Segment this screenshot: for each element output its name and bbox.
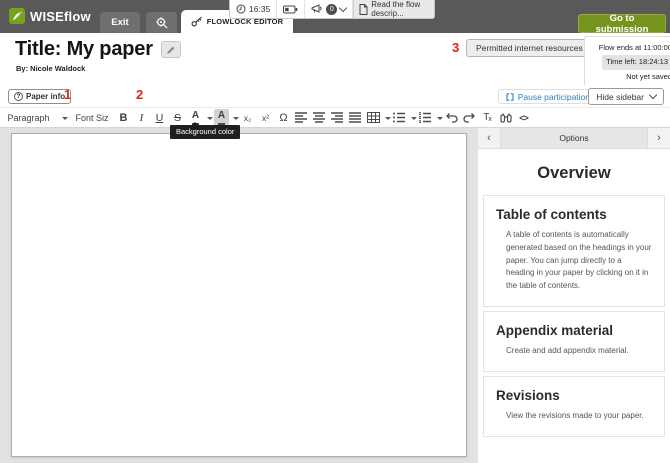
underline-button[interactable]: U <box>152 109 167 126</box>
timer-value: 16:35 <box>249 4 271 14</box>
strikethrough-button[interactable]: S <box>170 109 185 126</box>
wiseflow-leaf-icon <box>9 8 25 24</box>
annotation-2: 2 <box>136 87 144 102</box>
find-replace-button[interactable] <box>498 109 513 126</box>
flowlock-key-icon <box>191 16 203 27</box>
megaphone-icon <box>311 4 323 14</box>
notifications-section[interactable]: 0 <box>305 0 354 18</box>
table-button[interactable] <box>366 109 381 126</box>
caret-down-icon <box>61 116 68 123</box>
background-color-caret-icon[interactable] <box>232 116 239 123</box>
overview-cards: Table of contents A table of contents is… <box>483 195 665 437</box>
chevron-down-icon <box>648 90 658 100</box>
italic-button[interactable]: I <box>134 109 149 126</box>
undo-button[interactable] <box>444 109 459 126</box>
card-title: Appendix material <box>496 322 614 338</box>
align-right-button[interactable] <box>330 109 345 126</box>
annotation-1: 1 <box>64 87 72 102</box>
numbered-list-caret-icon[interactable] <box>436 116 443 123</box>
battery-icon <box>283 5 298 14</box>
annotation-3: 3 <box>452 40 460 55</box>
tools-tab-button[interactable] <box>146 12 177 33</box>
edit-title-button[interactable] <box>160 41 181 58</box>
revisions-card[interactable]: Revisions View the revisions made to you… <box>483 375 665 437</box>
paragraph-format-value: Paragraph <box>7 112 50 123</box>
hide-sidebar-label: Hide sidebar <box>596 91 644 102</box>
align-justify-button[interactable] <box>348 109 363 126</box>
editor-region <box>0 128 478 463</box>
card-body: View the revisions made to your paper. <box>506 410 644 420</box>
clear-formatting-button[interactable]: Tx <box>480 109 495 126</box>
editor-toolbar: Paragraph Font Siz B I U S A A x₂ x² Ω T… <box>0 107 670 128</box>
exit-button[interactable]: Exit <box>100 12 140 33</box>
action-bar: ? Paper info 1 2 Pause participation Hid… <box>0 85 670 107</box>
source-code-button[interactable]: <> <box>516 109 531 126</box>
gear-magnifier-icon <box>155 16 169 30</box>
numbered-list-button[interactable] <box>418 109 433 126</box>
notification-count-badge: 0 <box>326 3 338 15</box>
align-left-button[interactable] <box>294 109 309 126</box>
read-flow-description-label: Read the flow descrip... <box>371 0 421 18</box>
editor-page[interactable] <box>11 133 467 457</box>
save-status-text: Not yet saved <box>626 71 670 81</box>
card-title: Table of contents <box>496 207 607 222</box>
time-left-label: Time left: <box>606 57 637 67</box>
options-sidebar: ‹ Options › Overview Table of contents A… <box>478 128 670 463</box>
bullet-list-button[interactable] <box>392 109 407 126</box>
background-color-button[interactable]: A <box>214 109 230 126</box>
paper-info-button[interactable]: ? Paper info <box>8 89 72 104</box>
bold-button[interactable]: B <box>116 109 131 126</box>
read-flow-description-button[interactable]: Read the flow descrip... <box>353 0 434 18</box>
table-of-contents-card[interactable]: Table of contents A table of contents is… <box>483 195 665 307</box>
redo-button[interactable] <box>462 109 477 126</box>
chevron-down-icon <box>339 3 348 12</box>
bullet-list-caret-icon[interactable] <box>410 116 417 123</box>
pause-participation-button[interactable]: Pause participation <box>497 89 598 104</box>
options-bar: ‹ Options › <box>478 128 670 149</box>
background-color-glyph: A <box>217 110 226 125</box>
paragraph-format-select[interactable]: Paragraph <box>8 109 68 126</box>
paper-author: By: Nicole Waldock <box>16 64 86 73</box>
question-icon: ? <box>14 92 23 101</box>
paper-header: Title: My paper By: Nicole Waldock 3 Per… <box>0 33 670 89</box>
brand-name: WISEflow <box>30 8 91 24</box>
pencil-icon <box>166 45 176 55</box>
table-caret-icon[interactable] <box>384 116 391 123</box>
document-icon <box>359 3 368 15</box>
overview-heading: Overview <box>537 164 611 182</box>
clear-formatting-sub-glyph: x <box>488 115 492 123</box>
battery-section[interactable] <box>277 0 306 18</box>
card-title: Revisions <box>496 387 560 403</box>
pause-icon <box>506 92 514 101</box>
wiseflow-logo: WISEflow <box>9 8 91 24</box>
clock-icon <box>236 4 246 14</box>
paper-title: Title: My paper <box>15 38 153 60</box>
paper-info-label: Paper info <box>26 92 66 101</box>
hide-sidebar-button[interactable]: Hide sidebar <box>588 88 664 105</box>
permitted-resources-label: Permitted internet resources <box>476 43 583 53</box>
card-body: A table of contents is automatically gen… <box>506 230 652 291</box>
flow-time-infobox: Flow ends at 11:00:00 Time left: 18:24:1… <box>584 36 670 89</box>
time-left-row: Time left: 18:24:13 <box>590 55 670 70</box>
superscript-button[interactable]: x² <box>258 109 273 126</box>
background-color-tooltip: Background color <box>170 122 241 139</box>
card-body: Create and add appendix material. <box>506 345 629 355</box>
subscript-button[interactable]: x₂ <box>240 109 255 126</box>
time-left-value: 18:24:13 <box>638 57 668 67</box>
text-color-caret-icon[interactable] <box>206 116 213 123</box>
go-to-submission-button[interactable]: Go to submission <box>578 13 666 35</box>
timer-section[interactable]: 16:35 <box>230 0 278 18</box>
pause-participation-label: Pause participation <box>517 91 590 102</box>
font-size-select[interactable]: Font Siz <box>76 113 109 123</box>
status-toolbar: 16:35 0 Read the flow descrip... <box>229 0 435 19</box>
options-prev-button[interactable]: ‹ <box>478 128 501 148</box>
options-title: Options <box>501 128 647 148</box>
options-next-button[interactable]: › <box>647 128 670 148</box>
align-center-button[interactable] <box>312 109 327 126</box>
flow-ends-text: Flow ends at 11:00:00 <box>598 43 670 52</box>
special-character-button[interactable]: Ω <box>276 109 291 126</box>
flowlock-editor-app: WISEflow Exit FLOWLOCK EDITOR Go to subm… <box>0 0 670 463</box>
appendix-material-card[interactable]: Appendix material Create and add appendi… <box>483 310 665 372</box>
